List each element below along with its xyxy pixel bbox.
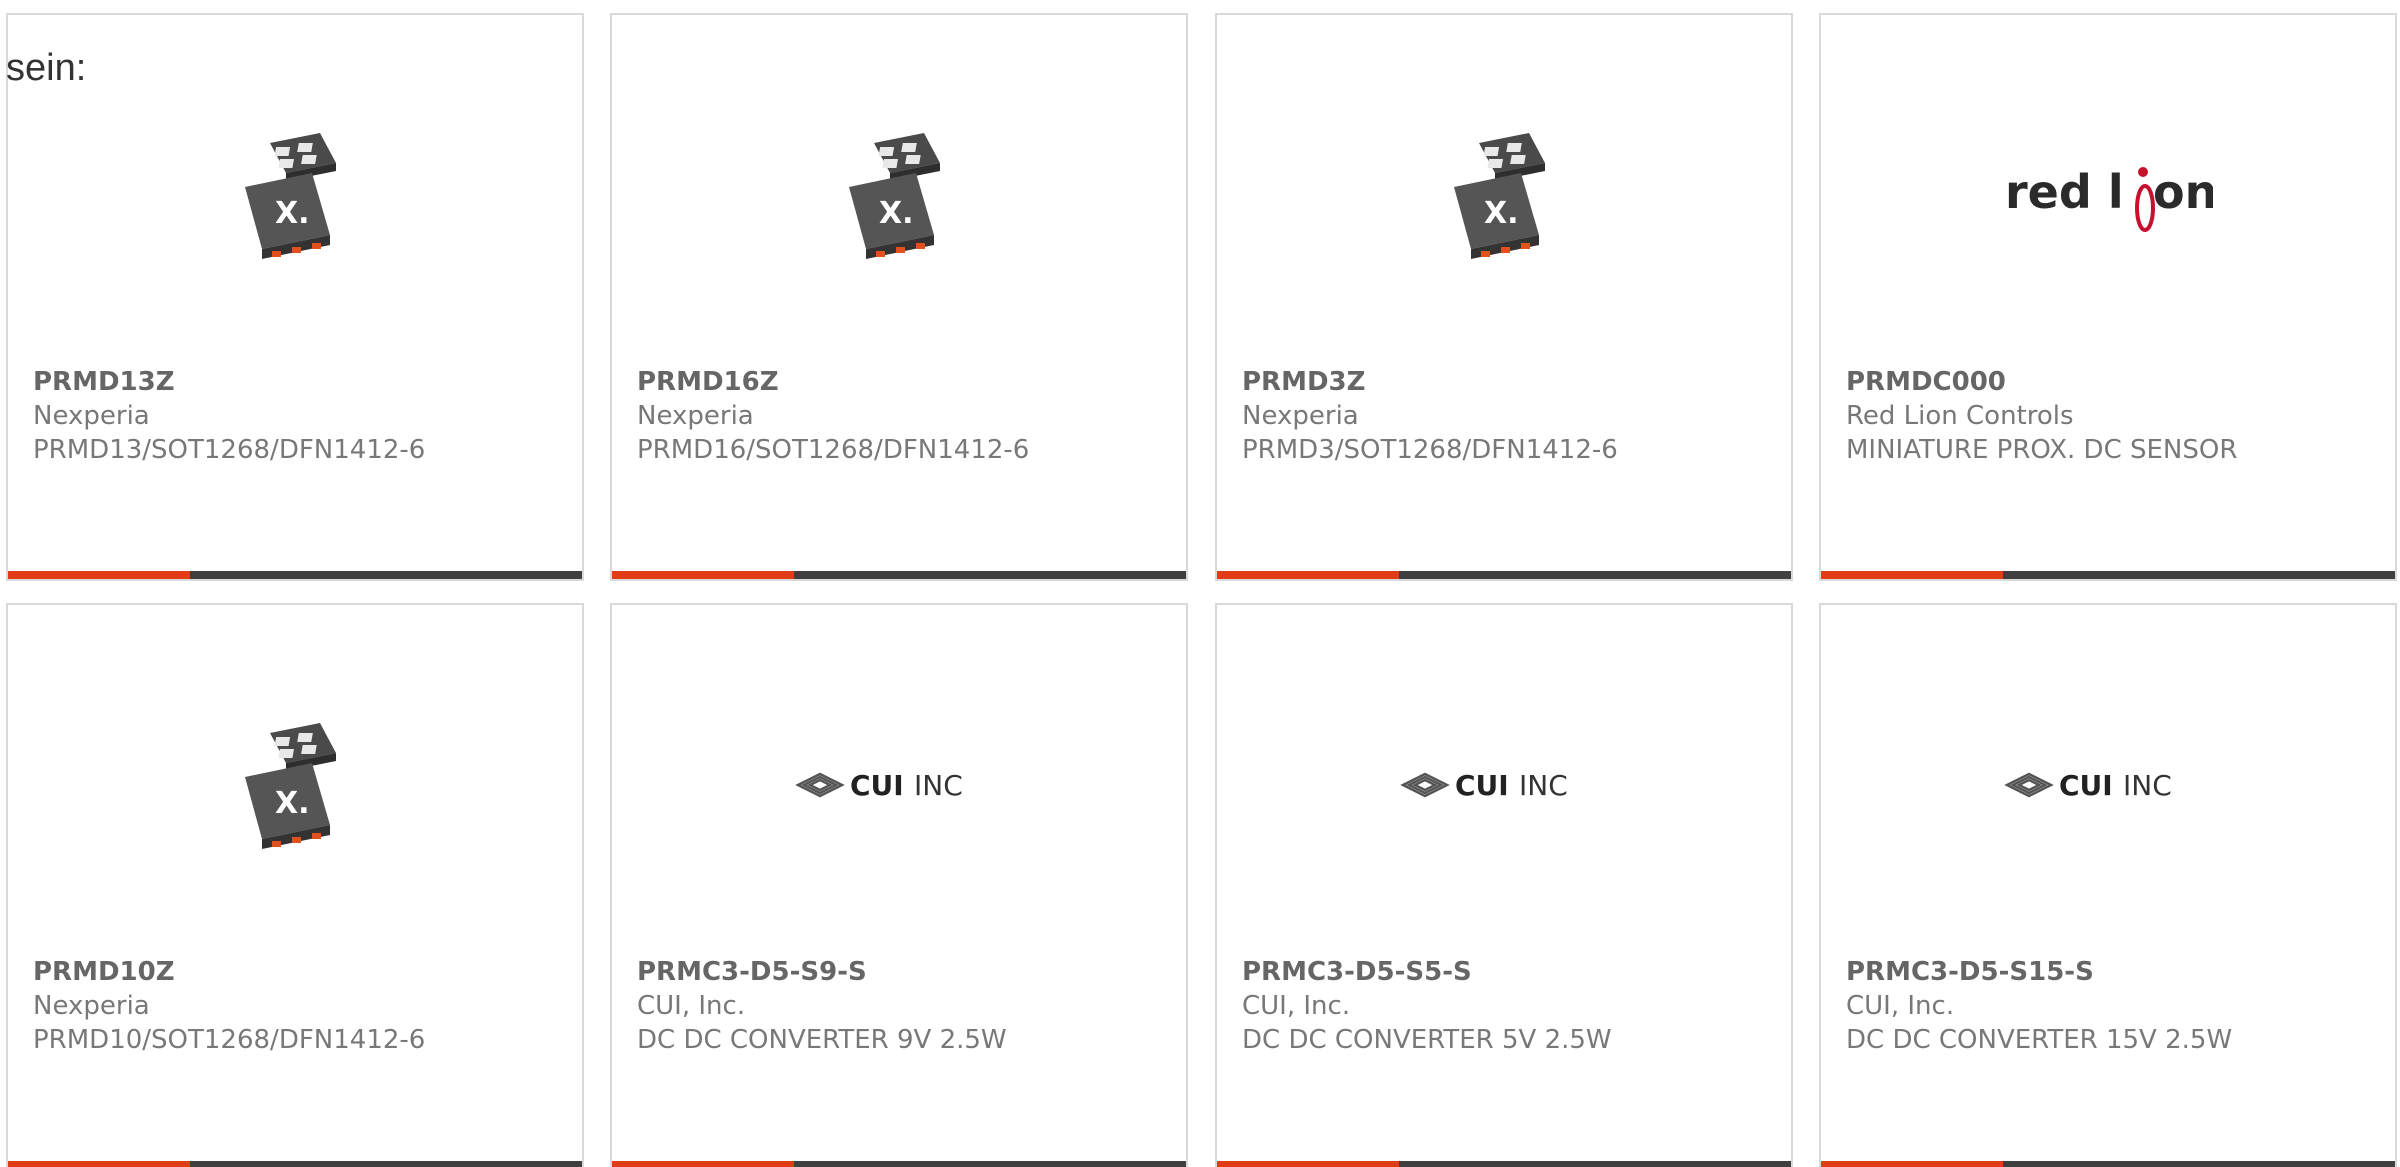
card-bottom-bar <box>1821 1161 2395 1167</box>
description: PRMD16/SOT1268/DFN1412-6 <box>637 435 1030 465</box>
manufacturer: Nexperia <box>33 991 150 1021</box>
product-image[interactable]: X. <box>8 110 582 280</box>
product-info: PRMD13Z Nexperia PRMD13/SOT1268/DFN1412-… <box>33 365 572 467</box>
svg-text:X.: X. <box>275 196 310 231</box>
part-number[interactable]: PRMC3-D5-S5-S <box>1242 955 1781 989</box>
part-number[interactable]: PRMC3-D5-S15-S <box>1846 955 2385 989</box>
manufacturer: CUI, Inc. <box>637 991 746 1021</box>
product-card[interactable]: CUI INC PRMC3-D5-S15-S CUI, Inc. DC DC C… <box>1819 603 2397 1167</box>
product-image[interactable]: red l on <box>1821 110 2395 280</box>
card-bottom-bar <box>1821 571 2395 579</box>
svg-text:INC: INC <box>2123 769 2172 802</box>
red-lion-logo: red l on <box>2005 165 2213 232</box>
card-accent <box>1217 571 1399 579</box>
product-info: PRMC3-D5-S15-S CUI, Inc. DC DC CONVERTER… <box>1846 955 2385 1057</box>
chip-package-icon: X. <box>245 723 336 849</box>
card-bottom-bar <box>8 1161 582 1167</box>
manufacturer: Red Lion Controls <box>1846 401 2074 431</box>
product-image[interactable]: X. <box>1217 110 1791 280</box>
part-number[interactable]: PRMD13Z <box>33 365 572 399</box>
description: MINIATURE PROX. DC SENSOR <box>1846 435 2238 465</box>
description: PRMD10/SOT1268/DFN1412-6 <box>33 1025 426 1055</box>
svg-text:X.: X. <box>275 786 310 821</box>
product-card[interactable]: CUI INC PRMC3-D5-S5-S CUI, Inc. DC DC CO… <box>1215 603 1793 1167</box>
product-card[interactable]: X. PRMD3Z Nexperia PRMD3/SOT1268/DFN1412… <box>1215 13 1793 581</box>
product-grid-page: sein: X. PRMD13Z Nexperia PRMD13/SOT1268… <box>0 0 2400 1167</box>
manufacturer: CUI, Inc. <box>1846 991 1955 1021</box>
product-image[interactable]: CUI INC <box>1217 700 1791 870</box>
product-image[interactable]: CUI INC <box>612 700 1186 870</box>
svg-text:CUI: CUI <box>1455 769 1509 802</box>
svg-text:INC: INC <box>914 769 963 802</box>
svg-text:on: on <box>2153 165 2213 219</box>
manufacturer: CUI, Inc. <box>1242 991 1351 1021</box>
card-bottom-bar <box>1217 571 1791 579</box>
description: PRMD13/SOT1268/DFN1412-6 <box>33 435 426 465</box>
description: DC DC CONVERTER 15V 2.5W <box>1846 1025 2233 1055</box>
description: DC DC CONVERTER 5V 2.5W <box>1242 1025 1612 1055</box>
svg-text:INC: INC <box>1519 769 1568 802</box>
product-card[interactable]: X. PRMD16Z Nexperia PRMD16/SOT1268/DFN14… <box>610 13 1188 581</box>
card-bottom-bar <box>612 1161 1186 1167</box>
svg-text:X.: X. <box>879 196 914 231</box>
part-number[interactable]: PRMD16Z <box>637 365 1176 399</box>
card-accent <box>8 571 190 579</box>
manufacturer: Nexperia <box>1242 401 1359 431</box>
description: PRMD3/SOT1268/DFN1412-6 <box>1242 435 1618 465</box>
card-accent <box>1821 1161 2003 1167</box>
product-card[interactable]: red l on PRMDC000 Red Lion Controls MINI… <box>1819 13 2397 581</box>
svg-text:CUI: CUI <box>850 769 904 802</box>
cui-inc-logo: CUI INC <box>795 769 963 802</box>
product-image[interactable]: CUI INC <box>1821 700 2395 870</box>
chip-package-icon: X. <box>849 133 940 259</box>
chip-package-icon: X. <box>1454 133 1545 259</box>
description: DC DC CONVERTER 9V 2.5W <box>637 1025 1007 1055</box>
svg-text:CUI: CUI <box>2059 769 2113 802</box>
intro-text: sein: <box>6 47 87 89</box>
product-image[interactable]: X. <box>8 700 582 870</box>
product-card[interactable]: CUI INC PRMC3-D5-S9-S CUI, Inc. DC DC CO… <box>610 603 1188 1167</box>
svg-text:X.: X. <box>1484 196 1519 231</box>
product-info: PRMD10Z Nexperia PRMD10/SOT1268/DFN1412-… <box>33 955 572 1057</box>
card-accent <box>1217 1161 1399 1167</box>
cui-inc-logo: CUI INC <box>2004 769 2172 802</box>
card-accent <box>8 1161 190 1167</box>
card-accent <box>612 1161 794 1167</box>
product-card[interactable]: X. PRMD13Z Nexperia PRMD13/SOT1268/DFN14… <box>6 13 584 581</box>
product-image[interactable]: X. <box>612 110 1186 280</box>
chip-package-icon: X. <box>245 133 336 259</box>
product-card[interactable]: X. PRMD10Z Nexperia PRMD10/SOT1268/DFN14… <box>6 603 584 1167</box>
product-info: PRMDC000 Red Lion Controls MINIATURE PRO… <box>1846 365 2385 467</box>
card-bottom-bar <box>1217 1161 1791 1167</box>
cui-inc-logo: CUI INC <box>1400 769 1568 802</box>
part-number[interactable]: PRMDC000 <box>1846 365 2385 399</box>
part-number[interactable]: PRMD3Z <box>1242 365 1781 399</box>
product-info: PRMC3-D5-S5-S CUI, Inc. DC DC CONVERTER … <box>1242 955 1781 1057</box>
card-accent <box>1821 571 2003 579</box>
manufacturer: Nexperia <box>637 401 754 431</box>
product-info: PRMC3-D5-S9-S CUI, Inc. DC DC CONVERTER … <box>637 955 1176 1057</box>
svg-text:red l: red l <box>2005 165 2124 219</box>
card-bottom-bar <box>612 571 1186 579</box>
product-info: PRMD3Z Nexperia PRMD3/SOT1268/DFN1412-6 <box>1242 365 1781 467</box>
card-bottom-bar <box>8 571 582 579</box>
part-number[interactable]: PRMD10Z <box>33 955 572 989</box>
card-accent <box>612 571 794 579</box>
product-info: PRMD16Z Nexperia PRMD16/SOT1268/DFN1412-… <box>637 365 1176 467</box>
part-number[interactable]: PRMC3-D5-S9-S <box>637 955 1176 989</box>
manufacturer: Nexperia <box>33 401 150 431</box>
